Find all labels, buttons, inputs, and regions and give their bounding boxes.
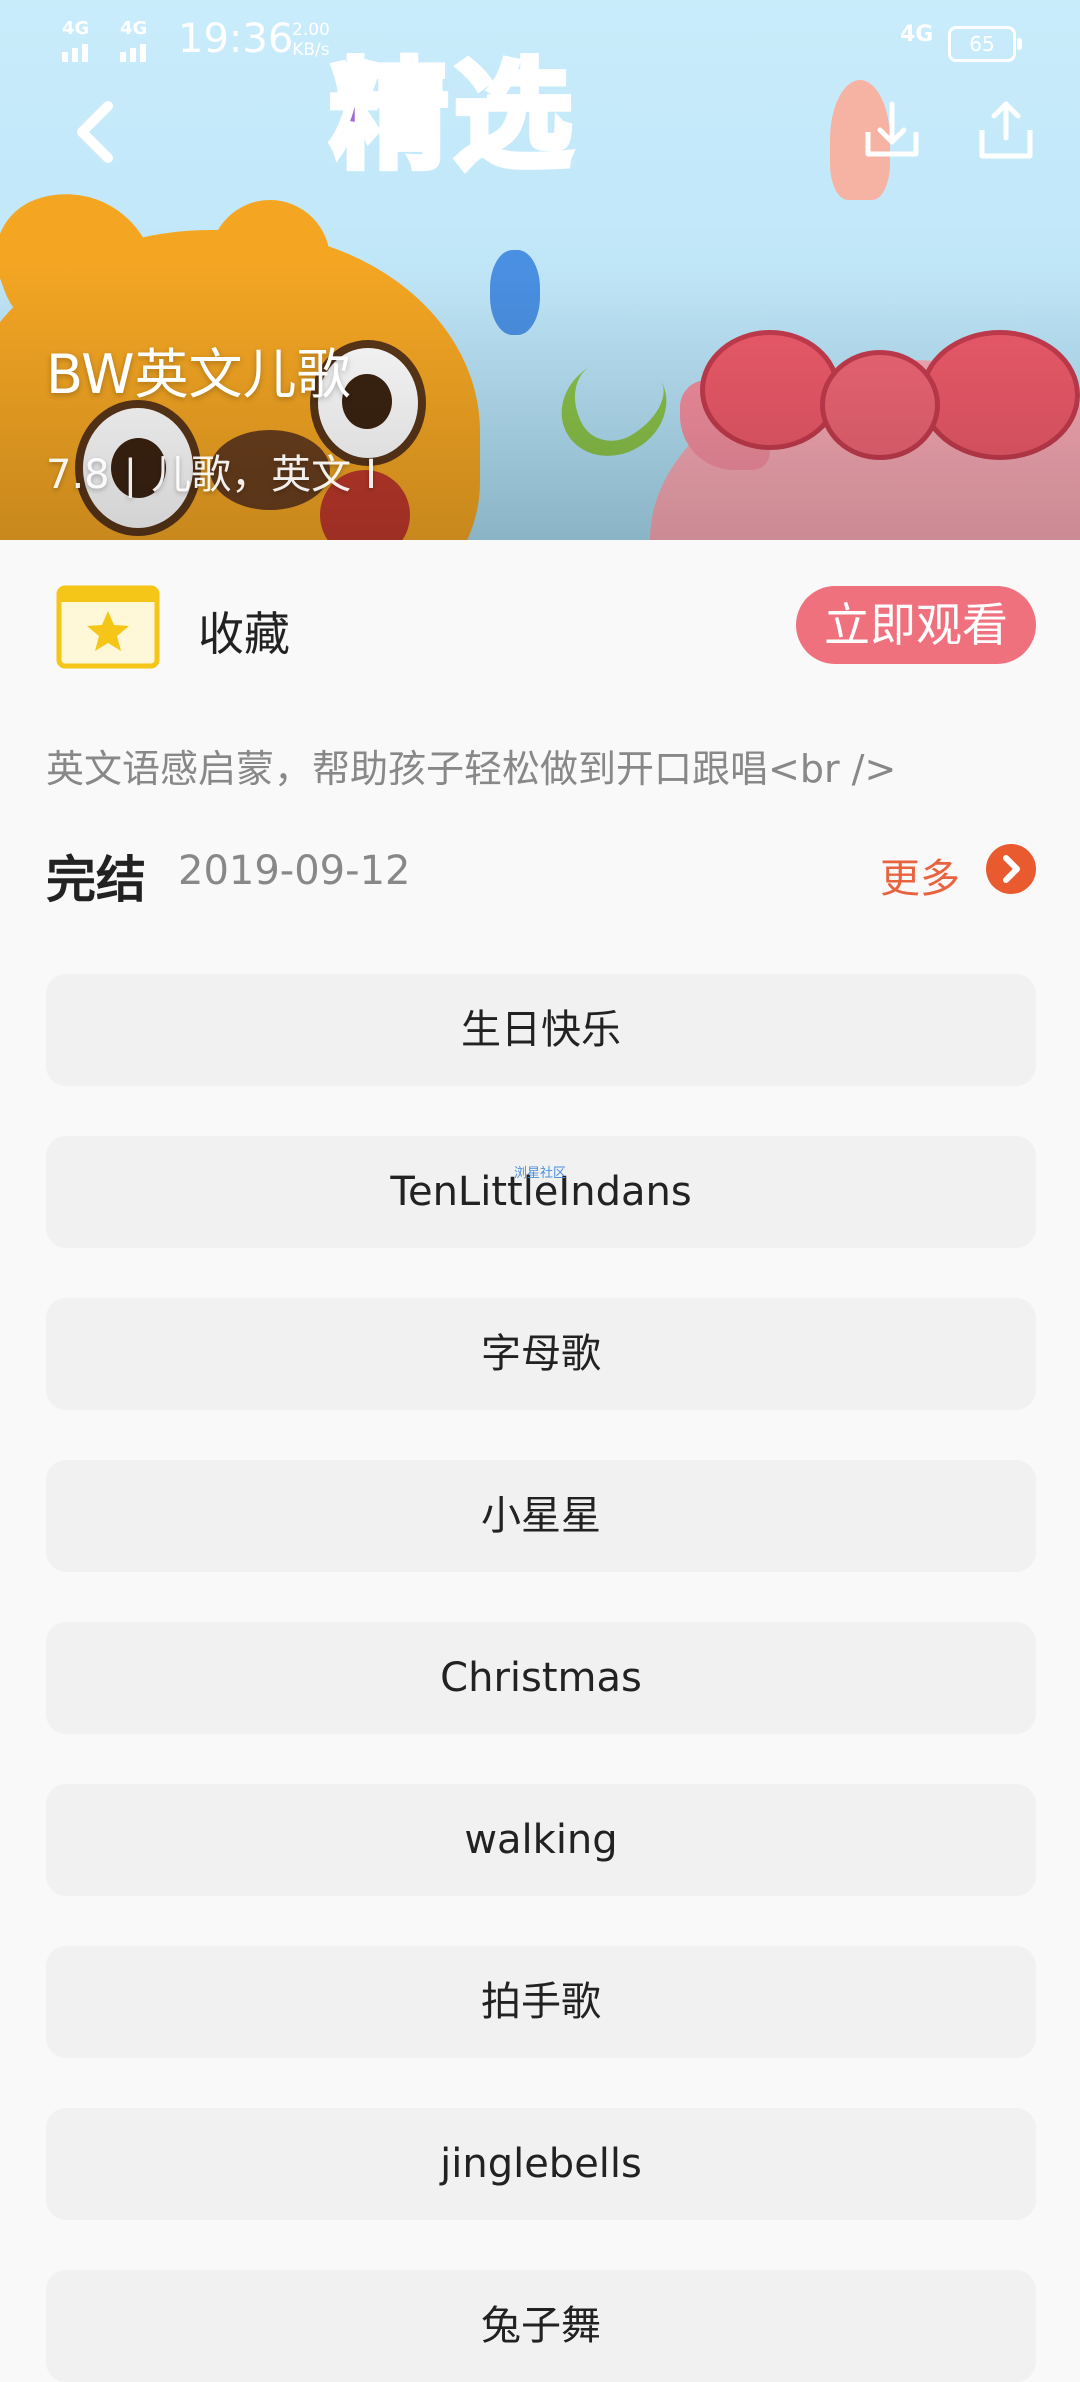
album-description: 英文语感启蒙，帮助孩子轻松做到开口跟唱<br /> xyxy=(46,747,897,791)
more-link[interactable]: 更多 xyxy=(880,846,960,904)
network-speed-unit: KB/s xyxy=(292,40,330,60)
favorite-icon[interactable] xyxy=(56,585,160,669)
meta-separator: | xyxy=(123,452,138,498)
back-icon[interactable] xyxy=(60,92,140,172)
album-tags: 儿歌，英文 xyxy=(151,452,352,498)
hero-banner: 精选 4G 4G 19:36 2.00 KB/s 4G 65 BW英文儿歌 7.… xyxy=(0,0,1080,540)
episode-item[interactable]: 兔子舞 xyxy=(46,2270,1036,2382)
favorite-label[interactable]: 收藏 xyxy=(198,598,290,664)
signal-icon xyxy=(120,44,146,62)
episode-item[interactable]: Christmas xyxy=(46,1622,1036,1734)
completion-status: 完结 xyxy=(46,851,146,909)
status-bar: 4G 4G 19:36 2.00 KB/s 4G 65 xyxy=(0,0,1080,80)
download-icon[interactable] xyxy=(852,92,932,172)
album-meta: 7.8 | 儿歌，英文 I xyxy=(46,442,391,500)
signal-icon xyxy=(62,44,88,62)
release-date: 2019-09-12 xyxy=(178,848,411,894)
album-score: 7.8 xyxy=(46,452,110,498)
episode-item[interactable]: 生日快乐 xyxy=(46,974,1036,1086)
meta-trailing: I xyxy=(365,452,377,498)
network-speed-value: 2.00 xyxy=(292,20,330,40)
album-title: BW英文儿歌 xyxy=(46,343,351,406)
episode-item[interactable]: 拍手歌 xyxy=(46,1946,1036,2058)
episode-item[interactable]: jinglebells xyxy=(46,2108,1036,2220)
network-speed: 2.00 KB/s xyxy=(292,20,330,60)
status-time: 19:36 xyxy=(178,16,294,62)
battery-icon: 65 xyxy=(948,26,1022,62)
watch-now-button[interactable]: 立即观看 xyxy=(796,586,1036,664)
network-indicator: 4G xyxy=(900,22,934,47)
network-indicator: 4G xyxy=(62,18,90,39)
episode-item[interactable]: TenLittleIndans xyxy=(46,1136,1036,1248)
episode-item[interactable]: walking xyxy=(46,1784,1036,1896)
chevron-right-icon[interactable] xyxy=(986,844,1036,894)
watermark-text: 浏星社区 xyxy=(514,1166,567,1181)
episode-item[interactable]: 小星星 xyxy=(46,1460,1036,1572)
network-indicator: 4G xyxy=(120,18,148,39)
episode-item[interactable]: 字母歌 xyxy=(46,1298,1036,1410)
share-icon[interactable] xyxy=(966,92,1046,172)
